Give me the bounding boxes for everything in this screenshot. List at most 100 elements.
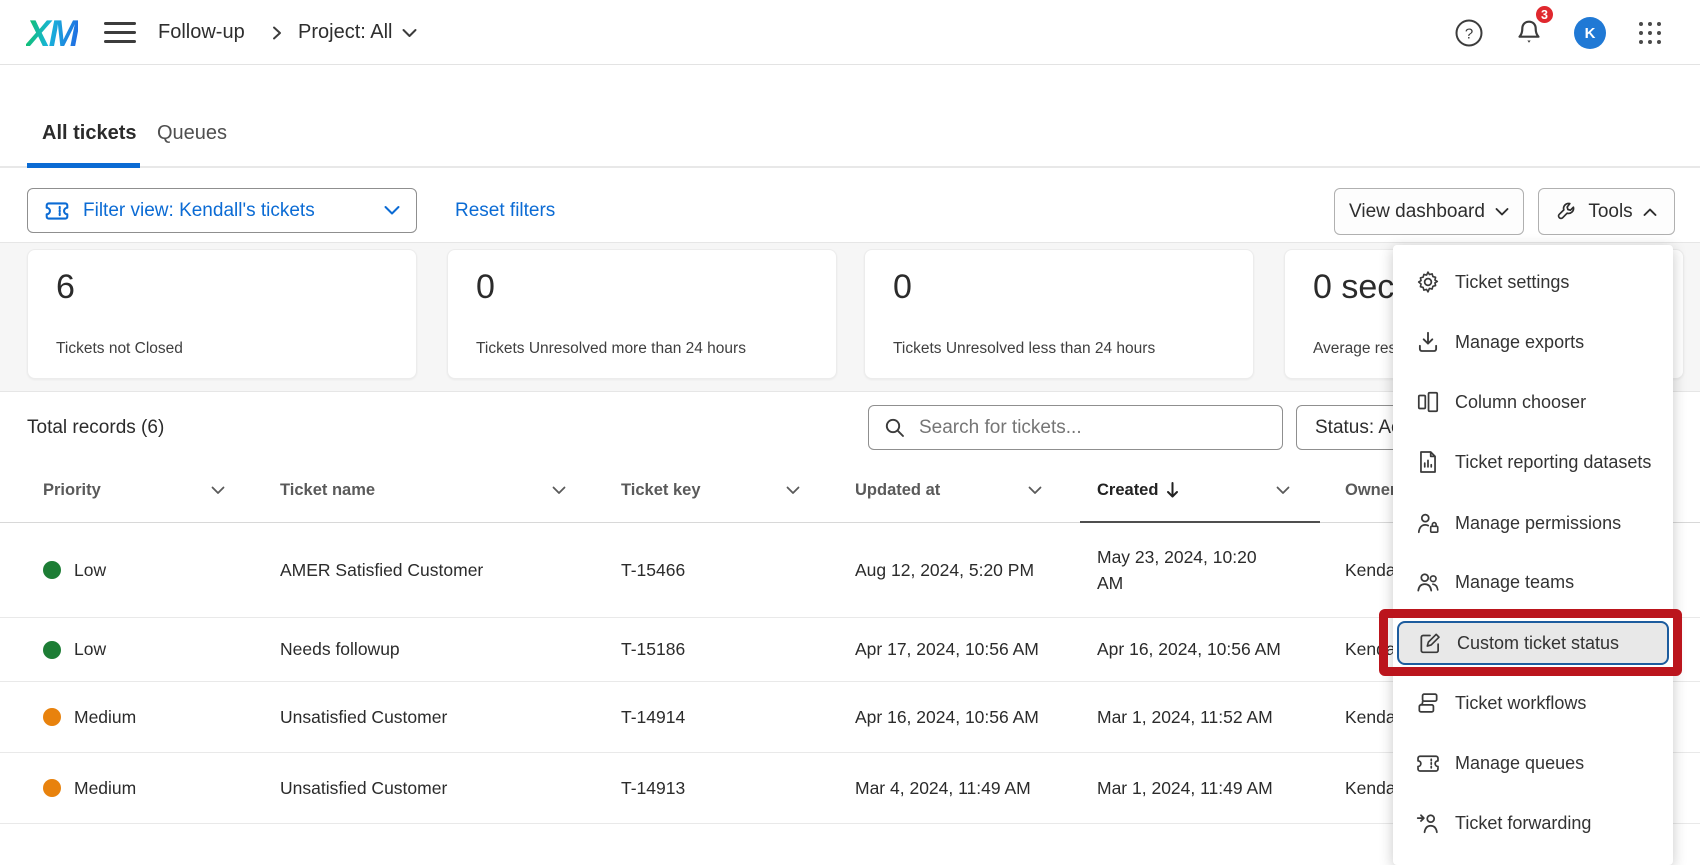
menu-item-ticket-settings[interactable]: Ticket settings	[1393, 260, 1673, 304]
ticket-name: Unsatisfied Customer	[280, 778, 447, 799]
tools-button[interactable]: Tools	[1538, 188, 1675, 235]
xm-logo: XM	[26, 13, 78, 55]
stat-label: Tickets Unresolved less than 24 hours	[893, 340, 1155, 358]
stat-label: Tickets Unresolved more than 24 hours	[476, 340, 746, 358]
column-header-ticket-name: Ticket name	[280, 458, 621, 522]
created-at: Mar 1, 2024, 11:49 AM	[1097, 778, 1273, 799]
chevron-down-icon[interactable]	[552, 486, 566, 495]
menu-item-label: Ticket workflows	[1455, 693, 1586, 714]
tools-dropdown-menu: Ticket settings Manage exports Column ch…	[1393, 245, 1673, 865]
menu-item-label: Manage teams	[1455, 572, 1574, 593]
menu-item-manage-teams[interactable]: Manage teams	[1393, 560, 1673, 604]
app-grid-icon[interactable]	[1634, 17, 1666, 49]
menu-item-label: Custom ticket status	[1457, 633, 1619, 654]
people-icon	[1415, 569, 1441, 595]
created-at: Mar 1, 2024, 11:52 AM	[1097, 707, 1273, 728]
column-label: Created	[1097, 481, 1158, 500]
column-label: Owner	[1345, 481, 1396, 500]
menu-item-manage-queues[interactable]: Manage queues	[1393, 741, 1673, 785]
ticket-name: Unsatisfied Customer	[280, 707, 447, 728]
menu-item-manage-exports[interactable]: Manage exports	[1393, 320, 1673, 364]
priority-label: Low	[74, 560, 106, 581]
ticket-name: Needs followup	[280, 639, 400, 660]
menu-item-custom-ticket-status[interactable]: Custom ticket status	[1397, 621, 1669, 665]
menu-item-ticket-forwarding[interactable]: Ticket forwarding	[1393, 801, 1673, 845]
ticket-key: T-15466	[621, 560, 685, 581]
ticket-search-box	[868, 405, 1283, 450]
column-label: Updated at	[855, 481, 940, 500]
stat-value: 0	[476, 268, 808, 307]
active-tab-underline	[27, 163, 140, 168]
breadcrumb-section[interactable]: Follow-up	[158, 0, 245, 65]
avatar[interactable]: K	[1574, 17, 1606, 49]
reset-filters-link[interactable]: Reset filters	[455, 188, 555, 233]
breadcrumb-separator-icon	[272, 0, 283, 65]
notification-count-badge: 3	[1534, 4, 1555, 25]
menu-item-label: Manage permissions	[1455, 513, 1621, 534]
column-label: Ticket key	[621, 481, 701, 500]
search-input[interactable]	[919, 417, 1268, 439]
updated-at: Apr 16, 2024, 10:56 AM	[855, 707, 1039, 728]
priority-label: Medium	[74, 707, 136, 728]
chevron-down-icon[interactable]	[1276, 486, 1290, 495]
stat-label: Average res	[1313, 340, 1396, 358]
hamburger-menu-icon[interactable]	[104, 22, 136, 43]
person-lock-icon	[1415, 510, 1441, 536]
stat-label: Tickets not Closed	[56, 340, 183, 358]
chevron-down-icon	[384, 205, 400, 216]
help-icon[interactable]: ?	[1453, 17, 1485, 49]
tabs-divider	[0, 166, 1700, 168]
svg-text:?: ?	[1465, 26, 1473, 43]
ticket-key: T-14914	[621, 707, 685, 728]
download-icon	[1415, 329, 1441, 355]
wrench-icon	[1556, 201, 1578, 223]
menu-item-ticket-workflows[interactable]: Ticket workflows	[1393, 681, 1673, 725]
breadcrumb-project-dropdown[interactable]: Project: All	[298, 0, 417, 65]
report-document-icon	[1415, 449, 1441, 475]
stat-value: 6	[56, 268, 388, 307]
column-label: Priority	[43, 481, 101, 500]
column-header-priority: Priority	[43, 458, 280, 522]
column-header-created-sorted: Created	[1097, 458, 1345, 522]
menu-item-label: Manage queues	[1455, 753, 1584, 774]
menu-item-label: Ticket settings	[1455, 272, 1569, 293]
priority-dot	[43, 708, 61, 726]
menu-item-label: Manage exports	[1455, 332, 1584, 353]
priority-dot	[43, 779, 61, 797]
tab-all-tickets[interactable]: All tickets	[42, 103, 136, 163]
chevron-down-icon[interactable]	[211, 486, 225, 495]
chevron-down-icon[interactable]	[1028, 486, 1042, 495]
ticket-name: AMER Satisfied Customer	[280, 560, 483, 581]
search-icon	[883, 416, 907, 440]
filter-view-dropdown[interactable]: Filter view: Kendall's tickets	[27, 188, 417, 233]
chevron-up-icon	[1643, 207, 1657, 217]
chevron-down-icon	[1495, 207, 1509, 217]
menu-item-label: Ticket forwarding	[1455, 813, 1591, 834]
stat-card-unresolved-less-24h: 0 Tickets Unresolved less than 24 hours	[864, 249, 1254, 379]
view-dashboard-button[interactable]: View dashboard	[1334, 188, 1524, 235]
total-records-label: Total records (6)	[27, 405, 164, 450]
updated-at: Apr 17, 2024, 10:56 AM	[855, 639, 1039, 660]
priority-dot	[43, 561, 61, 579]
menu-item-label: Ticket reporting datasets	[1455, 452, 1651, 473]
tab-queues[interactable]: Queues	[157, 103, 227, 163]
ticket-icon	[44, 200, 70, 222]
column-header-ticket-key: Ticket key	[621, 458, 855, 522]
menu-item-manage-permissions[interactable]: Manage permissions	[1393, 501, 1673, 545]
chevron-down-icon	[402, 28, 417, 38]
menu-item-ticket-reporting-datasets[interactable]: Ticket reporting datasets	[1393, 440, 1673, 484]
sort-descending-arrow-icon	[1166, 482, 1179, 498]
person-arrow-icon	[1415, 810, 1441, 836]
column-header-updated-at: Updated at	[855, 458, 1097, 522]
top-bar: XM Follow-up Project: All ? 3 K	[0, 0, 1700, 65]
edit-square-icon	[1417, 630, 1443, 656]
columns-icon	[1415, 389, 1441, 415]
chevron-down-icon[interactable]	[786, 486, 800, 495]
menu-item-column-chooser[interactable]: Column chooser	[1393, 380, 1673, 424]
stat-card-tickets-not-closed: 6 Tickets not Closed	[27, 249, 417, 379]
updated-at: Mar 4, 2024, 11:49 AM	[855, 778, 1031, 799]
column-label: Ticket name	[280, 481, 375, 500]
stacked-cards-icon	[1415, 690, 1441, 716]
priority-dot	[43, 641, 61, 659]
ticket-key: T-14913	[621, 778, 685, 799]
